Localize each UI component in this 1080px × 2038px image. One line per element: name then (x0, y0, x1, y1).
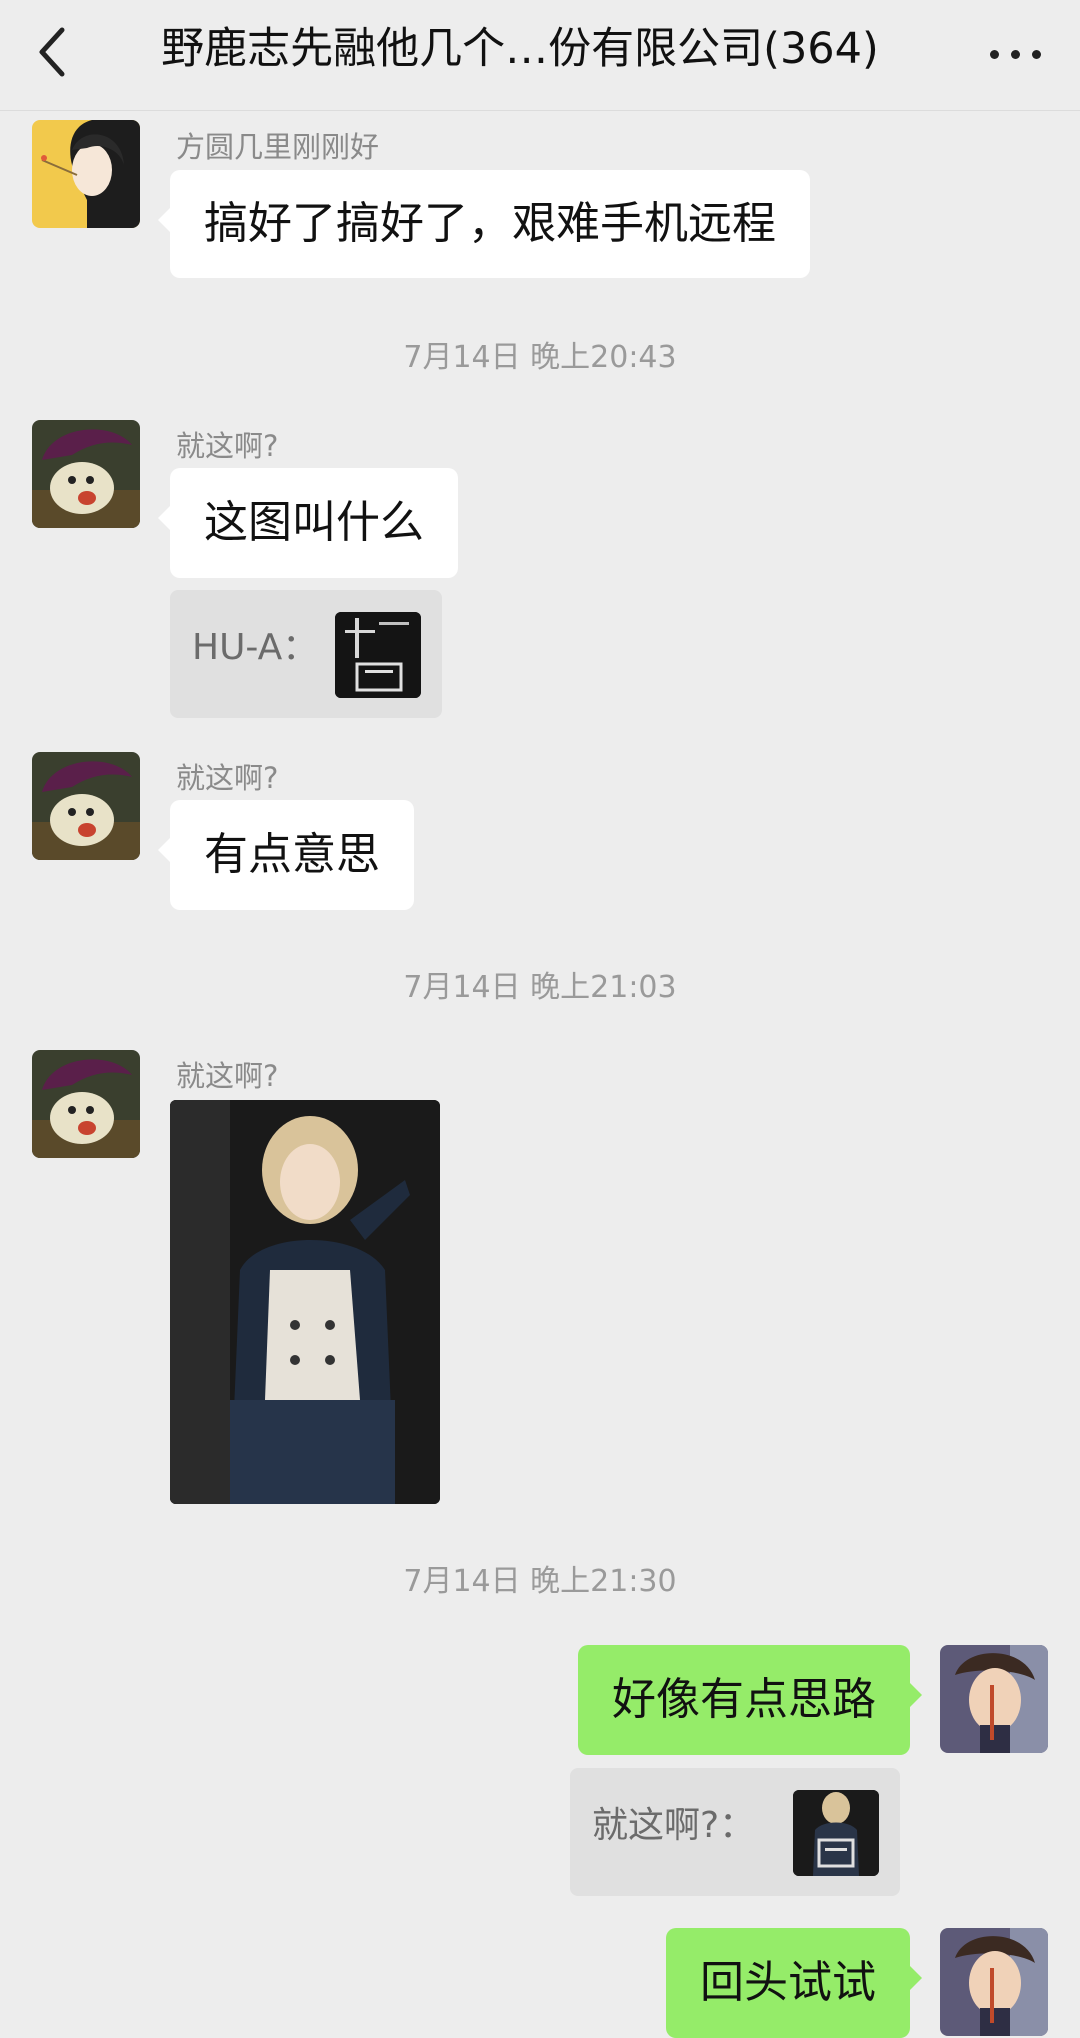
photo-message[interactable] (170, 1100, 440, 1504)
timestamp: 7月14日 晚上21:03 (403, 970, 677, 1005)
sender-name: 就这啊? (176, 1059, 279, 1093)
quote-thumbnail (335, 612, 421, 698)
sender-name: 就这啊? (176, 429, 279, 463)
back-button[interactable] (28, 22, 78, 82)
message-bubble[interactable]: 这图叫什么 (158, 468, 458, 578)
timestamp: 7月14日 晚上20:43 (403, 340, 677, 375)
more-dots-icon (990, 50, 999, 59)
quote-text: HU-A： (192, 627, 319, 668)
timestamp: 7月14日 晚上21:30 (403, 1564, 677, 1599)
message-bubble[interactable]: 搞好了搞好了，艰难手机远程 (158, 170, 810, 278)
chevron-left-icon (39, 27, 65, 77)
message-bubble[interactable]: 回头试试 (666, 1928, 922, 2038)
sender-name: 就这啊? (176, 761, 279, 795)
avatar[interactable] (32, 120, 140, 228)
avatar[interactable] (32, 752, 140, 860)
sender-name: 方圆几里刚刚好 (176, 130, 380, 164)
avatar[interactable] (940, 1928, 1048, 2036)
quoted-message[interactable]: 就这啊?： (570, 1768, 900, 1896)
avatar[interactable] (32, 1050, 140, 1158)
message-bubble[interactable]: 有点意思 (158, 800, 414, 910)
message-bubble[interactable]: 好像有点思路 (578, 1645, 922, 1755)
quote-thumbnail (793, 1790, 879, 1876)
quote-text: 就这啊?： (592, 1805, 756, 1846)
chat-header: 野鹿志先融他几个…份有限公司(364) (0, 0, 1080, 111)
more-button[interactable] (976, 22, 1056, 82)
avatar[interactable] (32, 420, 140, 528)
chat-title: 野鹿志先融他几个…份有限公司(364) (161, 24, 879, 74)
quoted-message[interactable]: HU-A： (170, 590, 442, 718)
avatar[interactable] (940, 1645, 1048, 1753)
